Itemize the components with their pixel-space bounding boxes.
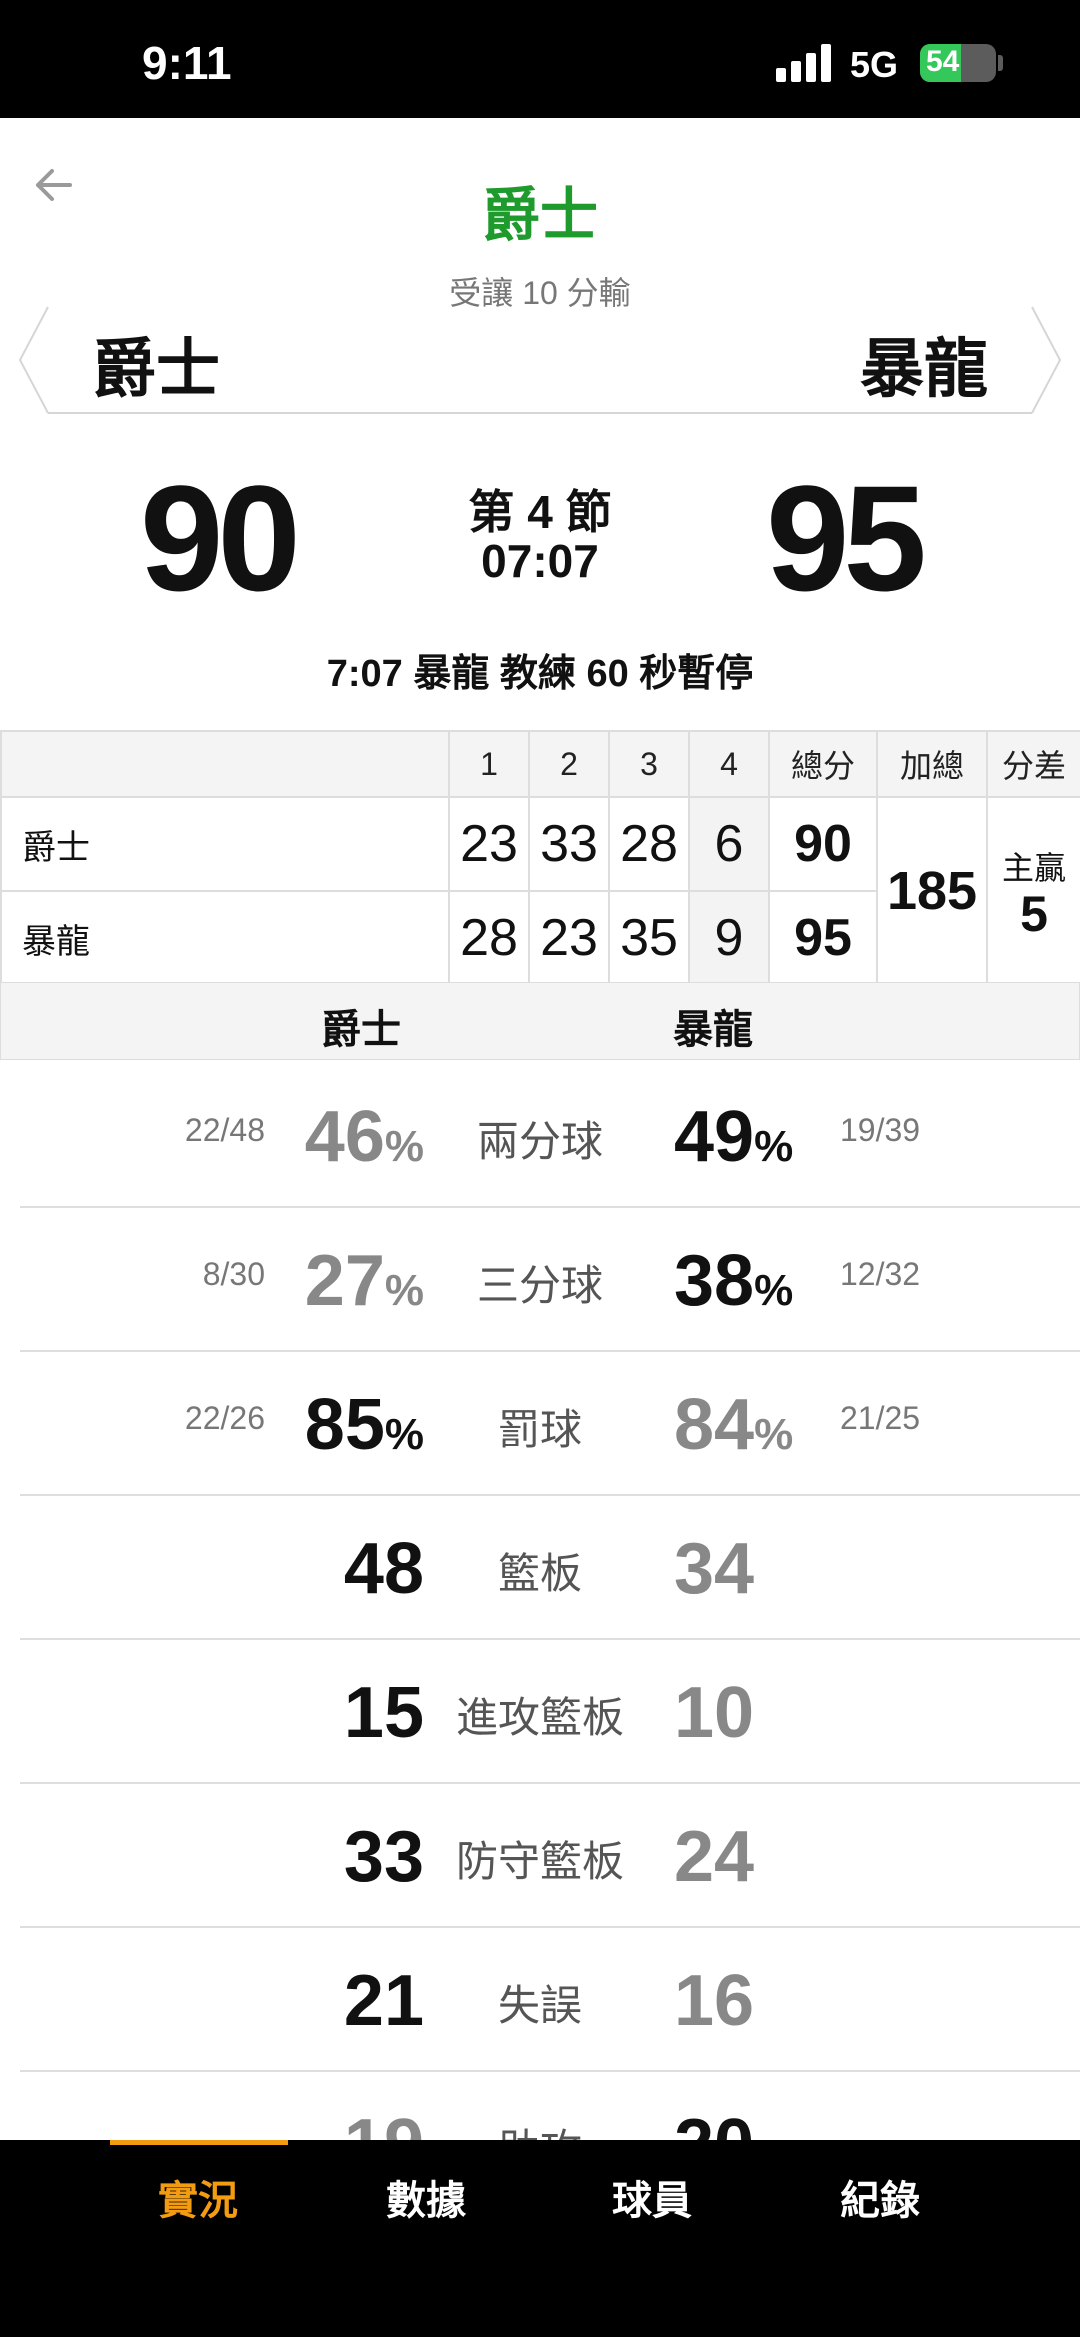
battery-tip xyxy=(998,55,1003,71)
percent-sign: % xyxy=(754,1266,794,1315)
quarter-score: 23 xyxy=(528,890,610,986)
team-name-away[interactable]: 爵士 xyxy=(92,318,220,410)
stat-right-number: 38 xyxy=(674,1241,755,1321)
stat-right-value: 49% xyxy=(674,1096,793,1178)
header-cell: 3 xyxy=(608,730,690,798)
status-time: 9:11 xyxy=(142,37,232,89)
header-cell: 分差 xyxy=(986,730,1080,798)
box-score: 1 2 3 4 總分 加總 分差 爵士 23 33 28 6 90 185 主贏… xyxy=(0,730,1080,986)
team-name-home[interactable]: 暴龍 xyxy=(860,318,988,410)
diff-value: 5 xyxy=(1020,886,1048,942)
bottom-tab-bar: 實況 數據 球員 紀錄 xyxy=(0,2140,1080,2337)
tab-stats[interactable]: 數據 xyxy=(326,2168,526,2226)
page-title: 爵士 xyxy=(481,183,598,248)
stat-row-turnovers: 21 失誤 16 xyxy=(20,1926,1080,2072)
stat-right-value: 34 xyxy=(674,1529,755,1609)
active-tab-indicator xyxy=(110,2140,288,2145)
stat-label: 籃板 xyxy=(497,1550,582,1597)
cellular-signal-icon xyxy=(776,44,834,82)
percent-sign: % xyxy=(754,1122,794,1171)
status-bar: 9:11 5G 54 xyxy=(0,0,1080,118)
stat-right-fraction: 21/25 xyxy=(840,1400,921,1436)
stat-right-fraction: 12/32 xyxy=(840,1256,921,1292)
row-team-name: 暴龍 xyxy=(0,890,450,986)
stat-row-assists: 19 助攻 20 xyxy=(20,2070,1080,2140)
stat-row-three-pointers: 8/30 27% 三分球 38% 12/32 xyxy=(20,1206,1080,1352)
quarter-score: 28 xyxy=(448,890,530,986)
total-score: 95 xyxy=(768,890,878,986)
stat-right-number: 84 xyxy=(674,1385,755,1465)
header-cell: 1 xyxy=(448,730,530,798)
score-home: 95 xyxy=(766,454,927,622)
quarter-score: 6 xyxy=(688,796,770,892)
combined-score: 185 xyxy=(876,796,988,986)
row-team-name: 爵士 xyxy=(0,796,450,892)
battery-icon: 54 xyxy=(920,44,996,82)
stat-row-free-throws: 22/26 85% 罰球 84% 21/25 xyxy=(20,1350,1080,1496)
tab-live[interactable]: 實況 xyxy=(98,2168,298,2226)
point-diff: 主贏 5 xyxy=(986,796,1080,986)
stat-row-two-pointers: 22/48 46% 兩分球 49% 19/39 xyxy=(20,1062,1080,1208)
quarter-score: 28 xyxy=(608,796,690,892)
stat-row-rebounds: 48 籃板 34 xyxy=(20,1494,1080,1640)
box-score-header: 1 2 3 4 總分 加總 分差 xyxy=(0,730,1080,798)
stat-right-value: 10 xyxy=(674,1673,755,1753)
stat-label: 防守籃板 xyxy=(455,1838,624,1885)
stat-right-value: 84% xyxy=(674,1384,793,1466)
compare-team-home: 暴龍 xyxy=(673,1008,753,1052)
quarter-score: 35 xyxy=(608,890,690,986)
stat-label: 進攻籃板 xyxy=(455,1694,624,1741)
total-score: 90 xyxy=(768,796,878,892)
stat-label: 助攻 xyxy=(20,2116,1060,2140)
diff-label: 主贏 xyxy=(1001,850,1066,886)
quarter-score: 23 xyxy=(448,796,530,892)
stat-right-fraction: 19/39 xyxy=(840,1112,921,1148)
stat-right-value: 20 xyxy=(674,2104,754,2140)
compare-team-away: 爵士 xyxy=(321,1008,401,1052)
stat-right-value: 24 xyxy=(674,1817,755,1897)
stat-right-number: 49 xyxy=(674,1097,755,1177)
network-type: 5G xyxy=(850,44,899,85)
header-cell: 4 xyxy=(688,730,770,798)
stat-label: 失誤 xyxy=(497,1982,582,2029)
table-row: 爵士 23 33 28 6 90 185 主贏 5 xyxy=(0,796,1080,986)
battery-level: 54 xyxy=(926,45,960,78)
header-cell: 2 xyxy=(528,730,610,798)
stat-right-value: 38% xyxy=(674,1240,793,1322)
percent-sign: % xyxy=(754,1410,794,1459)
stat-row-offensive-rebounds: 15 進攻籃板 10 xyxy=(20,1638,1080,1784)
team-stats: 22/48 46% 兩分球 49% 19/39 8/30 27% 三分球 38%… xyxy=(0,1062,1080,2140)
header-cell: 總分 xyxy=(768,730,878,798)
header-cell: 加總 xyxy=(876,730,988,798)
header-cell xyxy=(0,730,450,798)
latest-event: 7:07 暴龍 教練 60 秒暫停 xyxy=(326,653,754,695)
quarter-score: 9 xyxy=(688,890,770,986)
stat-right-value: 16 xyxy=(674,1961,755,2041)
quarter-score: 33 xyxy=(528,796,610,892)
compare-header: 爵士 暴龍 xyxy=(0,982,1080,1060)
stat-row-defensive-rebounds: 33 防守籃板 24 xyxy=(20,1782,1080,1928)
tab-records[interactable]: 紀錄 xyxy=(780,2168,980,2226)
tab-players[interactable]: 球員 xyxy=(552,2168,752,2226)
